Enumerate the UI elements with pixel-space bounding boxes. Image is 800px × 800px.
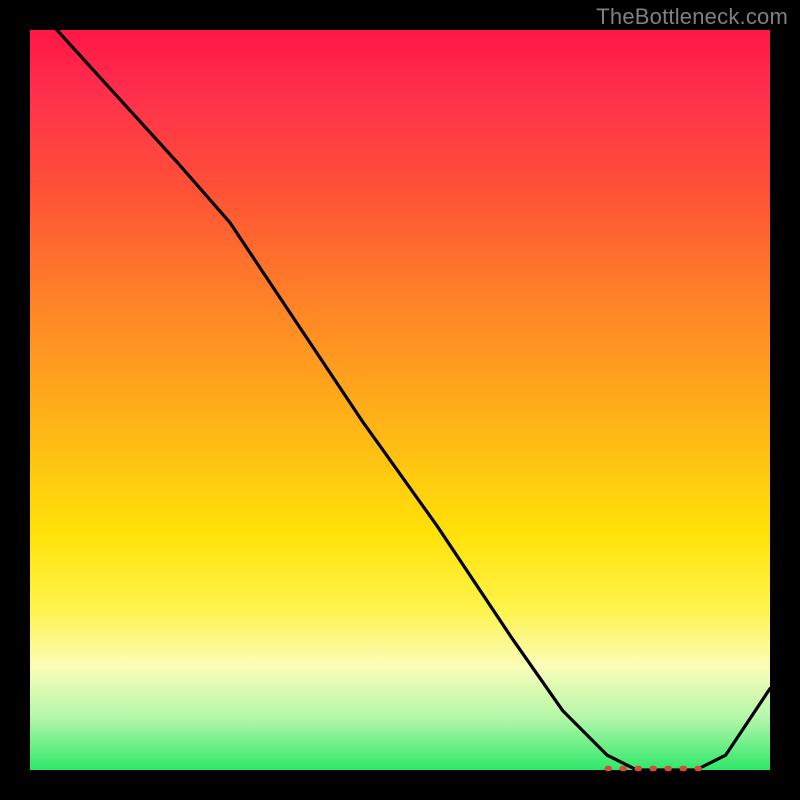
bottleneck-curve — [30, 0, 770, 770]
chart-svg — [30, 30, 770, 770]
watermark-text: TheBottleneck.com — [596, 4, 788, 30]
chart-frame: TheBottleneck.com — [0, 0, 800, 800]
